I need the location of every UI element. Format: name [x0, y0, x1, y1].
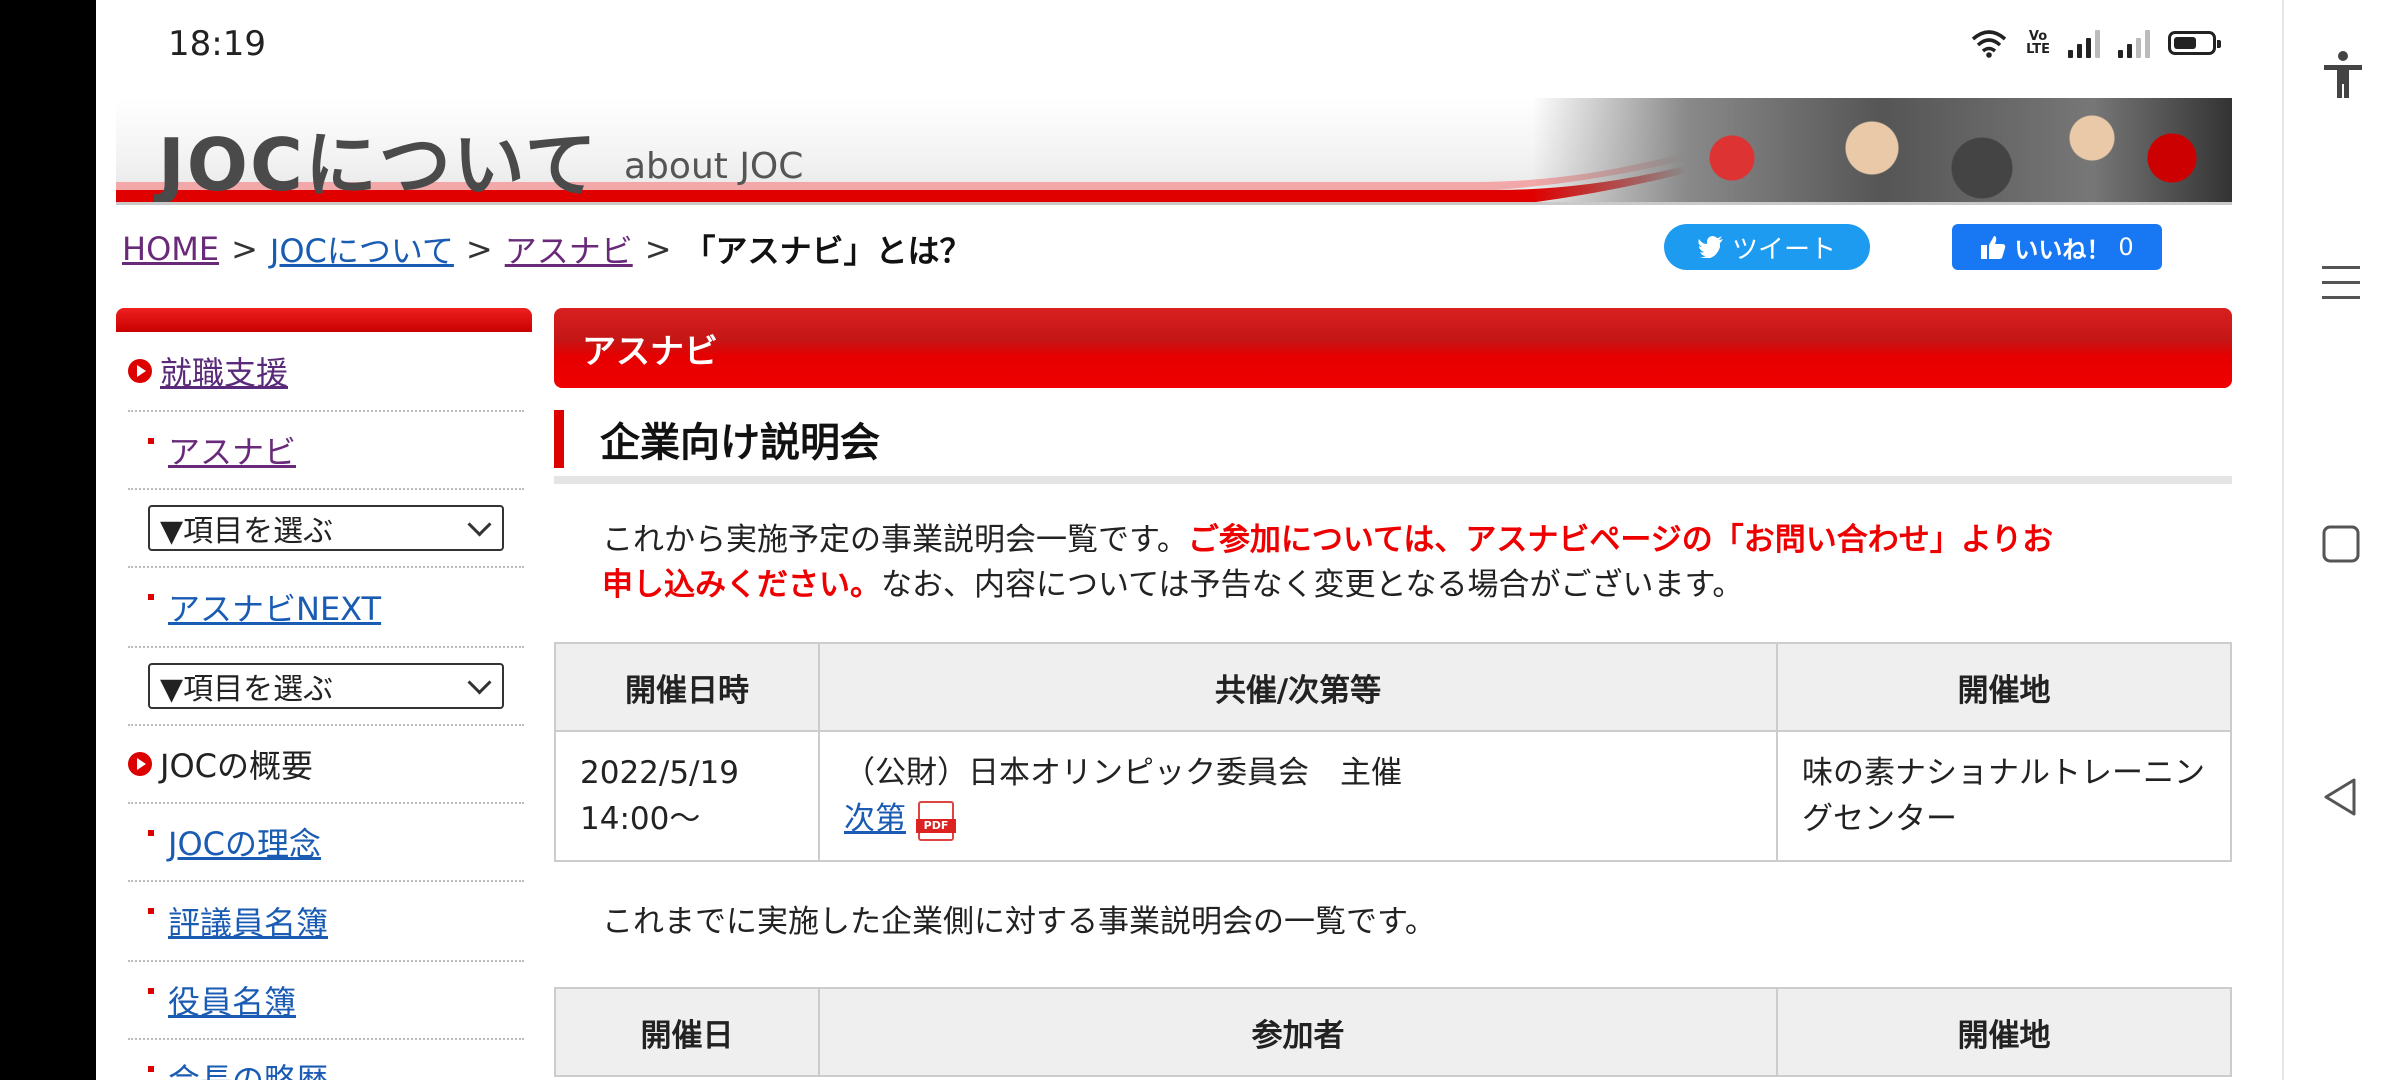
breadcrumb-about-link[interactable]: JOCについて [270, 226, 454, 272]
square-bullet-icon [148, 988, 154, 994]
session-host: （公財）日本オリンピック委員会 主催 [844, 755, 1402, 791]
banner-title: JOCについて [158, 123, 599, 205]
heading-divider [554, 476, 2232, 484]
sidebar-select-row: ▼項目を選ぶ [128, 490, 524, 568]
status-bar: 18:19 Vo LTE [96, 0, 2282, 96]
tweet-button[interactable]: ツイート [1664, 224, 1870, 270]
signal-strength-2-icon [2118, 28, 2150, 58]
athnavi-item-select[interactable]: ▼項目を選ぶ [148, 505, 504, 551]
column-header-date: 開催日時 [554, 642, 820, 732]
sidebar-item-officers[interactable]: 役員名簿 [128, 962, 524, 1040]
square-bullet-icon [148, 438, 154, 444]
column-header-host: 共催/次第等 [818, 642, 1778, 732]
breadcrumb-separator: > [465, 230, 493, 268]
breadcrumb-home-link[interactable]: HOME [122, 230, 219, 268]
square-bullet-icon [148, 830, 154, 836]
like-count: 0 [2118, 233, 2134, 261]
table-header-row: 開催日 参加者 開催地 [554, 987, 2232, 1077]
session-host-cell: （公財）日本オリンピック委員会 主催 次第 [818, 730, 1778, 862]
recents-square-icon[interactable] [2320, 523, 2362, 565]
sidebar-item-label[interactable]: 就職支援 [160, 348, 288, 394]
session-date: 2022/5/19 [580, 755, 739, 791]
upcoming-sessions-table: 開催日時 共催/次第等 開催地 2022/5/19 14:00〜 （公財）日本オ… [554, 642, 2232, 862]
select-value: ▼項目を選ぶ [160, 672, 334, 707]
browser-screen: 18:19 Vo LTE JOCについて about JOC HOME > JO… [96, 0, 2282, 1080]
sidebar-item-councilors[interactable]: 評議員名簿 [128, 882, 524, 962]
volte-icon: Vo LTE [2026, 29, 2050, 57]
intro-text-1: これから実施予定の事業説明会一覧です。 [602, 522, 1188, 558]
main-content: アスナビ 企業向け説明会 これから実施予定の事業説明会一覧です。ご参加については… [554, 308, 2232, 1077]
section-title-bar: アスナビ [554, 308, 2232, 388]
back-triangle-icon[interactable] [2320, 776, 2362, 818]
sidebar-nav: 就職支援 アスナビ ▼項目を選ぶ アスナビNEXT ▼項目を選ぶ JOCの概要 [116, 308, 532, 1080]
session-venue: 味の素ナショナルトレーニングセンター [1776, 730, 2232, 862]
sidebar-item-overview: JOCの概要 [128, 726, 524, 804]
sidebar-item-label[interactable]: 役員名簿 [168, 977, 296, 1023]
intro-text-2: なお、内容については予告なく変更となる場合がございます。 [881, 567, 1744, 603]
page-title: 企業向け説明会 [554, 410, 2232, 468]
like-label: いいね！ [2014, 235, 2111, 264]
sidebar-item-philosophy[interactable]: JOCの理念 [128, 804, 524, 882]
sidebar-item-label[interactable]: 会長の略歴 [168, 1055, 328, 1080]
table-header-row: 開催日時 共催/次第等 開催地 [554, 642, 2232, 732]
facebook-like-button[interactable]: いいね！ 0 [1952, 224, 2162, 270]
athnavi-next-item-select[interactable]: ▼項目を選ぶ [148, 663, 504, 709]
tweet-label: ツイート [1731, 234, 1836, 265]
thumbs-up-icon [1981, 236, 2006, 259]
banner-photo [1532, 98, 2232, 202]
column-header-participants: 参加者 [818, 987, 1778, 1077]
square-bullet-icon [148, 1066, 154, 1072]
sidebar-item-athnavi[interactable]: アスナビ [128, 412, 524, 490]
sidebar-item-president[interactable]: 会長の略歴 [128, 1040, 524, 1080]
wifi-icon [1971, 30, 2007, 58]
sidebar-select-row: ▼項目を選ぶ [128, 648, 524, 726]
sidebar-top-bar [116, 308, 532, 332]
sidebar-item-career-support[interactable]: 就職支援 [128, 332, 524, 412]
sidebar-item-label: JOCの概要 [160, 747, 313, 785]
sidebar-item-athnavi-next[interactable]: アスナビNEXT [128, 568, 524, 648]
accessibility-icon[interactable] [2320, 50, 2366, 102]
status-icons: Vo LTE [1970, 28, 2221, 58]
status-clock: 18:19 [168, 24, 266, 64]
menu-icon[interactable] [2320, 262, 2362, 304]
session-time: 14:00〜 [580, 801, 701, 837]
agenda-pdf-link[interactable]: 次第 [844, 801, 906, 837]
sidebar-item-label[interactable]: アスナビ [168, 427, 296, 473]
past-sessions-intro: これまでに実施した企業側に対する事業説明会の一覧です。 [602, 904, 1436, 940]
pdf-icon[interactable] [916, 800, 956, 841]
breadcrumb-separator: > [231, 230, 258, 268]
sidebar-item-label[interactable]: 評議員名簿 [168, 898, 328, 944]
chevron-down-icon [467, 511, 492, 537]
breadcrumb-athnavi-link[interactable]: アスナビ [505, 226, 633, 272]
chevron-down-icon [467, 669, 492, 695]
system-navigation-bar [2282, 0, 2400, 1080]
square-bullet-icon [148, 594, 154, 600]
battery-icon [2168, 31, 2221, 55]
sidebar-item-label[interactable]: アスナビNEXT [168, 584, 381, 630]
page-header-banner: JOCについて about JOC [116, 98, 2232, 205]
column-header-venue: 開催地 [1776, 642, 2232, 732]
breadcrumb-current: 「アスナビ」とは？ [683, 232, 972, 270]
column-header-venue: 開催地 [1776, 987, 2232, 1077]
session-datetime: 2022/5/19 14:00〜 [554, 730, 820, 862]
signal-strength-1-icon [2068, 28, 2100, 58]
banner-subtitle: about JOC [624, 146, 804, 187]
select-value: ▼項目を選ぶ [160, 514, 334, 549]
past-sessions-table: 開催日 参加者 開催地 [554, 987, 2232, 1077]
intro-text: これから実施予定の事業説明会一覧です。ご参加については、アスナビページの「お問い… [602, 518, 2062, 608]
square-bullet-icon [148, 908, 154, 914]
table-row: 2022/5/19 14:00〜 （公財）日本オリンピック委員会 主催 次第 味… [554, 730, 2232, 862]
arrow-bullet-icon [128, 359, 152, 383]
arrow-bullet-icon [128, 752, 152, 776]
breadcrumb: HOME > JOCについて > アスナビ > 「アスナビ」とは？ [122, 226, 972, 272]
twitter-bird-icon [1697, 236, 1723, 258]
sidebar-item-label[interactable]: JOCの理念 [168, 819, 321, 865]
breadcrumb-separator: > [644, 230, 672, 268]
column-header-date: 開催日 [554, 987, 820, 1077]
